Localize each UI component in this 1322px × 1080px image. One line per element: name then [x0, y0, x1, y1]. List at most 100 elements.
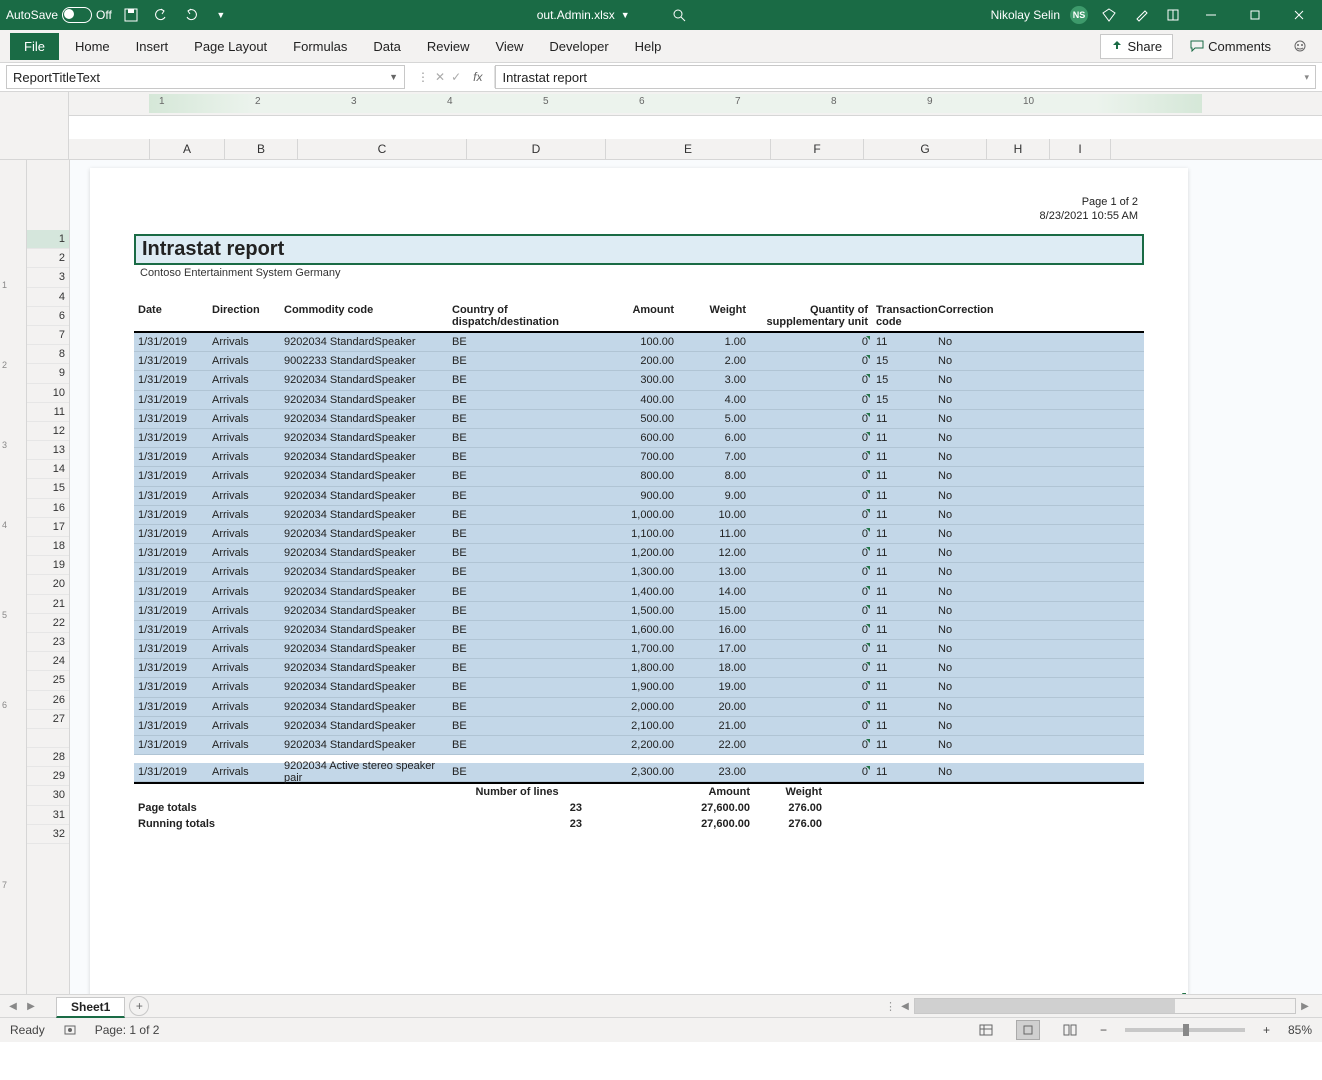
- header-transaction[interactable]: Transaction code: [872, 303, 934, 329]
- cell-date[interactable]: 1/31/2019: [134, 373, 208, 387]
- cell-date[interactable]: 1/31/2019: [134, 700, 208, 714]
- cell-quantity[interactable]: 0: [750, 489, 872, 503]
- cell-weight[interactable]: 4.00: [678, 393, 750, 407]
- page-totals-nlines[interactable]: 23: [448, 801, 586, 815]
- row-header[interactable]: 25: [27, 671, 69, 690]
- column-header[interactable]: D: [467, 139, 606, 159]
- cell-quantity[interactable]: 0: [750, 585, 872, 599]
- cell-correction[interactable]: No: [934, 373, 994, 387]
- close-button[interactable]: [1282, 4, 1316, 26]
- cell-country[interactable]: BE: [448, 393, 586, 407]
- table-row[interactable]: 1/31/2019 Arrivals 9202034 StandardSpeak…: [134, 448, 1144, 467]
- cell-commodity[interactable]: 9202034 StandardSpeaker: [280, 431, 448, 445]
- cell-direction[interactable]: Arrivals: [208, 489, 280, 503]
- cell-direction[interactable]: Arrivals: [208, 719, 280, 733]
- formula-input[interactable]: Intrastat report ▾: [495, 65, 1316, 89]
- running-totals-nlines[interactable]: 23: [448, 817, 586, 831]
- share-button[interactable]: Share: [1100, 34, 1173, 59]
- cell-amount[interactable]: 100.00: [586, 335, 678, 349]
- cell-quantity[interactable]: 0: [750, 700, 872, 714]
- row-header[interactable]: 17: [27, 518, 69, 537]
- cell-amount[interactable]: 1,200.00: [586, 546, 678, 560]
- cell-direction[interactable]: Arrivals: [208, 700, 280, 714]
- row-header[interactable]: 12: [27, 422, 69, 441]
- table-row[interactable]: 1/31/2019 Arrivals 9202034 StandardSpeak…: [134, 410, 1144, 429]
- cell-amount[interactable]: 400.00: [586, 393, 678, 407]
- cell-weight[interactable]: 18.00: [678, 661, 750, 675]
- cell-commodity[interactable]: 9202034 StandardSpeaker: [280, 642, 448, 656]
- row-header[interactable]: 4: [27, 288, 69, 307]
- hscroll-left-icon[interactable]: ◀: [898, 1001, 912, 1012]
- cell-country[interactable]: BE: [448, 527, 586, 541]
- cell-weight[interactable]: 21.00: [678, 719, 750, 733]
- cell-country[interactable]: BE: [448, 489, 586, 503]
- cell-transaction[interactable]: 11: [872, 546, 934, 560]
- hscroll-right-icon[interactable]: ▶: [1298, 1001, 1312, 1012]
- cell-transaction[interactable]: 11: [872, 585, 934, 599]
- row-header[interactable]: 9: [27, 364, 69, 383]
- table-row[interactable]: 1/31/2019 Arrivals 9202034 StandardSpeak…: [134, 698, 1144, 717]
- row-header[interactable]: 18: [27, 537, 69, 556]
- table-row[interactable]: 1/31/2019 Arrivals 9202034 StandardSpeak…: [134, 525, 1144, 544]
- cell-weight[interactable]: 12.00: [678, 546, 750, 560]
- cell-direction[interactable]: Arrivals: [208, 412, 280, 426]
- cell-weight[interactable]: 6.00: [678, 431, 750, 445]
- cell-amount[interactable]: 900.00: [586, 489, 678, 503]
- column-header[interactable]: C: [298, 139, 467, 159]
- cell-transaction[interactable]: 11: [872, 661, 934, 675]
- row-header[interactable]: [27, 729, 69, 748]
- cell-transaction[interactable]: 11: [872, 450, 934, 464]
- vertical-ruler[interactable]: 1 2 3 4 5 6 7: [0, 160, 27, 994]
- cell-commodity[interactable]: 9202034 StandardSpeaker: [280, 527, 448, 541]
- cell-commodity[interactable]: 9202034 StandardSpeaker: [280, 738, 448, 752]
- cell-country[interactable]: BE: [448, 373, 586, 387]
- cell-transaction[interactable]: 11: [872, 738, 934, 752]
- row-header[interactable]: 13: [27, 441, 69, 460]
- cell-transaction[interactable]: 11: [872, 700, 934, 714]
- cell-correction[interactable]: No: [934, 765, 994, 779]
- column-header[interactable]: H: [987, 139, 1050, 159]
- table-row[interactable]: 1/31/2019 Arrivals 9202034 StandardSpeak…: [134, 640, 1144, 659]
- row-header[interactable]: 11: [27, 403, 69, 422]
- cell-amount[interactable]: 700.00: [586, 450, 678, 464]
- cell-date[interactable]: 1/31/2019: [134, 738, 208, 752]
- cell-quantity[interactable]: 0: [750, 412, 872, 426]
- cell-date[interactable]: 1/31/2019: [134, 393, 208, 407]
- cell-transaction[interactable]: 11: [872, 489, 934, 503]
- table-row[interactable]: 1/31/2019 Arrivals 9202034 StandardSpeak…: [134, 602, 1144, 621]
- cell-correction[interactable]: No: [934, 527, 994, 541]
- cell-transaction[interactable]: 11: [872, 642, 934, 656]
- cell-commodity[interactable]: 9202034 StandardSpeaker: [280, 680, 448, 694]
- cell-weight[interactable]: 14.00: [678, 585, 750, 599]
- zoom-in-button[interactable]: +: [1263, 1023, 1270, 1037]
- ribbon-options-icon[interactable]: [1288, 34, 1312, 58]
- row-header[interactable]: 26: [27, 691, 69, 710]
- cell-weight[interactable]: 20.00: [678, 700, 750, 714]
- report-title-cell[interactable]: Intrastat report: [134, 234, 1144, 265]
- cell-direction[interactable]: Arrivals: [208, 354, 280, 368]
- table-row[interactable]: 1/31/2019 Arrivals 9202034 StandardSpeak…: [134, 563, 1144, 582]
- header-country[interactable]: Country of dispatch/destination: [448, 303, 586, 329]
- cell-country[interactable]: BE: [448, 623, 586, 637]
- cell-date[interactable]: 1/31/2019: [134, 431, 208, 445]
- row-header[interactable]: 21: [27, 595, 69, 614]
- cell-correction[interactable]: No: [934, 546, 994, 560]
- cell-commodity[interactable]: 9202034 StandardSpeaker: [280, 489, 448, 503]
- table-row[interactable]: 1/31/2019 Arrivals 9202034 StandardSpeak…: [134, 391, 1144, 410]
- cell-date[interactable]: 1/31/2019: [134, 719, 208, 733]
- row-header[interactable]: 16: [27, 499, 69, 518]
- table-row[interactable]: 1/31/2019 Arrivals 9202034 StandardSpeak…: [134, 717, 1144, 736]
- cell-quantity[interactable]: 0: [750, 450, 872, 464]
- cell-weight[interactable]: 23.00: [678, 765, 750, 779]
- cell-weight[interactable]: 15.00: [678, 604, 750, 618]
- cell-country[interactable]: BE: [448, 354, 586, 368]
- cell-correction[interactable]: No: [934, 642, 994, 656]
- cell-date[interactable]: 1/31/2019: [134, 527, 208, 541]
- row-header[interactable]: 29: [27, 767, 69, 786]
- filename-dropdown-icon[interactable]: ▼: [621, 10, 630, 20]
- running-totals-label[interactable]: Running totals: [134, 817, 448, 831]
- cell-amount[interactable]: 1,000.00: [586, 508, 678, 522]
- row-header[interactable]: 6: [27, 307, 69, 326]
- cell-quantity[interactable]: 0: [750, 373, 872, 387]
- cell-amount[interactable]: 1,100.00: [586, 527, 678, 541]
